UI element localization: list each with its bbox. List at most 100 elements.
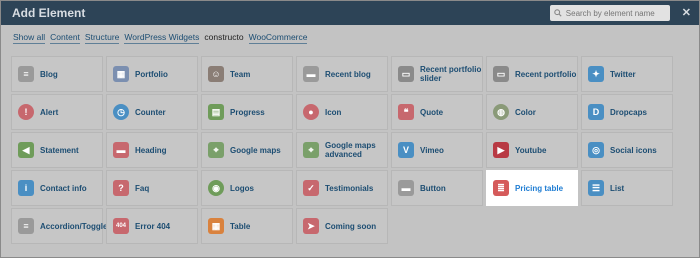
- category-filters: Show all Content Structure WordPress Wid…: [1, 25, 699, 50]
- element-quote[interactable]: ❝ Quote: [391, 94, 483, 130]
- element-google-maps-advanced[interactable]: ⌖ Google maps advanced: [296, 132, 388, 168]
- element-google-maps[interactable]: ⌖ Google maps: [201, 132, 293, 168]
- element-label: Social icons: [610, 145, 657, 155]
- element-twitter[interactable]: ✦ Twitter: [581, 56, 673, 92]
- add-element-modal: Add Element ✕ Show all Content Structure…: [0, 0, 700, 258]
- element-label: Alert: [40, 107, 59, 117]
- element-label: Coming soon: [325, 221, 377, 231]
- filter-structure[interactable]: Structure: [84, 32, 120, 44]
- element-contact-info[interactable]: i Contact info: [11, 170, 103, 206]
- element-recent-portfolio[interactable]: ▭ Recent portfolio: [486, 56, 578, 92]
- element-coming-soon[interactable]: ➤ Coming soon: [296, 208, 388, 244]
- recent-portfolio-icon: ▭: [493, 66, 509, 82]
- element-label: Recent portfolio: [515, 69, 577, 79]
- element-label: Progress: [230, 107, 265, 117]
- element-table[interactable]: ▦ Table: [201, 208, 293, 244]
- element-recent-blog[interactable]: ▬ Recent blog: [296, 56, 388, 92]
- recent-portfolio-slider-icon: ▭: [398, 66, 414, 82]
- element-pricing-table[interactable]: ≣ Pricing table: [486, 170, 578, 206]
- filter-woocommerce[interactable]: WooCommerce: [248, 32, 308, 44]
- element-label: Contact info: [40, 183, 87, 193]
- google-maps-advanced-icon: ⌖: [303, 142, 319, 158]
- element-testimonials[interactable]: ✓ Testimonials: [296, 170, 388, 206]
- element-label: Statement: [40, 145, 79, 155]
- element-label: List: [610, 183, 625, 193]
- element-statement[interactable]: ◀ Statement: [11, 132, 103, 168]
- element-counter[interactable]: ◷ Counter: [106, 94, 198, 130]
- element-label: Vimeo: [420, 145, 444, 155]
- search-box[interactable]: [549, 5, 670, 21]
- color-icon: ◍: [493, 104, 509, 120]
- contact-info-icon: i: [18, 180, 34, 196]
- element-label: Accordion/Toggle: [40, 221, 108, 231]
- element-vimeo[interactable]: V Vimeo: [391, 132, 483, 168]
- filter-content[interactable]: Content: [50, 32, 80, 44]
- blog-icon: ≡: [18, 66, 34, 82]
- modal-header: Add Element ✕: [1, 1, 699, 25]
- element-label: Heading: [135, 145, 167, 155]
- social-icons-icon: ◎: [588, 142, 604, 158]
- testimonials-icon: ✓: [303, 180, 319, 196]
- progress-icon: ▤: [208, 104, 224, 120]
- element-button[interactable]: ▬ Button: [391, 170, 483, 206]
- element-team[interactable]: ☺ Team: [201, 56, 293, 92]
- element-faq[interactable]: ? Faq: [106, 170, 198, 206]
- element-alert[interactable]: ! Alert: [11, 94, 103, 130]
- filter-wordpress-widgets[interactable]: WordPress Widgets: [124, 32, 200, 44]
- search-icon: [550, 9, 566, 17]
- element-label: Quote: [420, 107, 444, 117]
- element-error-404[interactable]: 404 Error 404: [106, 208, 198, 244]
- google-maps-icon: ⌖: [208, 142, 224, 158]
- error-404-icon: 404: [113, 218, 129, 234]
- element-dropcaps[interactable]: D Dropcaps: [581, 94, 673, 130]
- team-icon: ☺: [208, 66, 224, 82]
- element-progress[interactable]: ▤ Progress: [201, 94, 293, 130]
- element-label: Portfolio: [135, 69, 168, 79]
- element-color[interactable]: ◍ Color: [486, 94, 578, 130]
- quote-icon: ❝: [398, 104, 414, 120]
- youtube-icon: ▶: [493, 142, 509, 158]
- element-label: Error 404: [135, 221, 171, 231]
- element-label: Table: [230, 221, 251, 231]
- statement-icon: ◀: [18, 142, 34, 158]
- element-icon[interactable]: ● Icon: [296, 94, 388, 130]
- element-label: Twitter: [610, 69, 636, 79]
- modal-title: Add Element: [12, 6, 86, 20]
- logos-icon: ◉: [208, 180, 224, 196]
- pricing-table-icon: ≣: [493, 180, 509, 196]
- element-label: Button: [420, 183, 446, 193]
- icon-icon: ●: [303, 104, 319, 120]
- recent-blog-icon: ▬: [303, 66, 319, 82]
- element-label: Counter: [135, 107, 166, 117]
- element-label: Faq: [135, 183, 150, 193]
- filter-show-all[interactable]: Show all: [13, 32, 46, 44]
- element-label: Recent blog: [325, 69, 371, 79]
- element-label: Google maps: [230, 145, 281, 155]
- dropcaps-icon: D: [588, 104, 604, 120]
- accordion-toggle-icon: ≡: [18, 218, 34, 234]
- element-label: Team: [230, 69, 251, 79]
- element-label: Blog: [40, 69, 58, 79]
- element-youtube[interactable]: ▶ Youtube: [486, 132, 578, 168]
- close-icon[interactable]: ✕: [682, 7, 691, 19]
- element-label: Recent portfolio slider: [420, 65, 482, 83]
- element-label: Dropcaps: [610, 107, 647, 117]
- element-list[interactable]: ☰ List: [581, 170, 673, 206]
- search-input[interactable]: [565, 8, 666, 18]
- element-blog[interactable]: ≡ Blog: [11, 56, 103, 92]
- element-portfolio[interactable]: ▦ Portfolio: [106, 56, 198, 92]
- element-accordion-toggle[interactable]: ≡ Accordion/Toggle: [11, 208, 107, 244]
- twitter-icon: ✦: [588, 66, 604, 82]
- element-logos[interactable]: ◉ Logos: [201, 170, 293, 206]
- coming-soon-icon: ➤: [303, 218, 319, 234]
- element-social-icons[interactable]: ◎ Social icons: [581, 132, 673, 168]
- heading-icon: ▬: [113, 142, 129, 158]
- element-heading[interactable]: ▬ Heading: [106, 132, 198, 168]
- element-recent-portfolio-slider[interactable]: ▭ Recent portfolio slider: [391, 56, 483, 92]
- element-label: Youtube: [515, 145, 547, 155]
- element-label: Testimonials: [325, 183, 374, 193]
- portfolio-icon: ▦: [113, 66, 129, 82]
- filter-constructo[interactable]: constructo: [204, 32, 243, 43]
- element-label: Icon: [325, 107, 342, 117]
- counter-icon: ◷: [113, 104, 129, 120]
